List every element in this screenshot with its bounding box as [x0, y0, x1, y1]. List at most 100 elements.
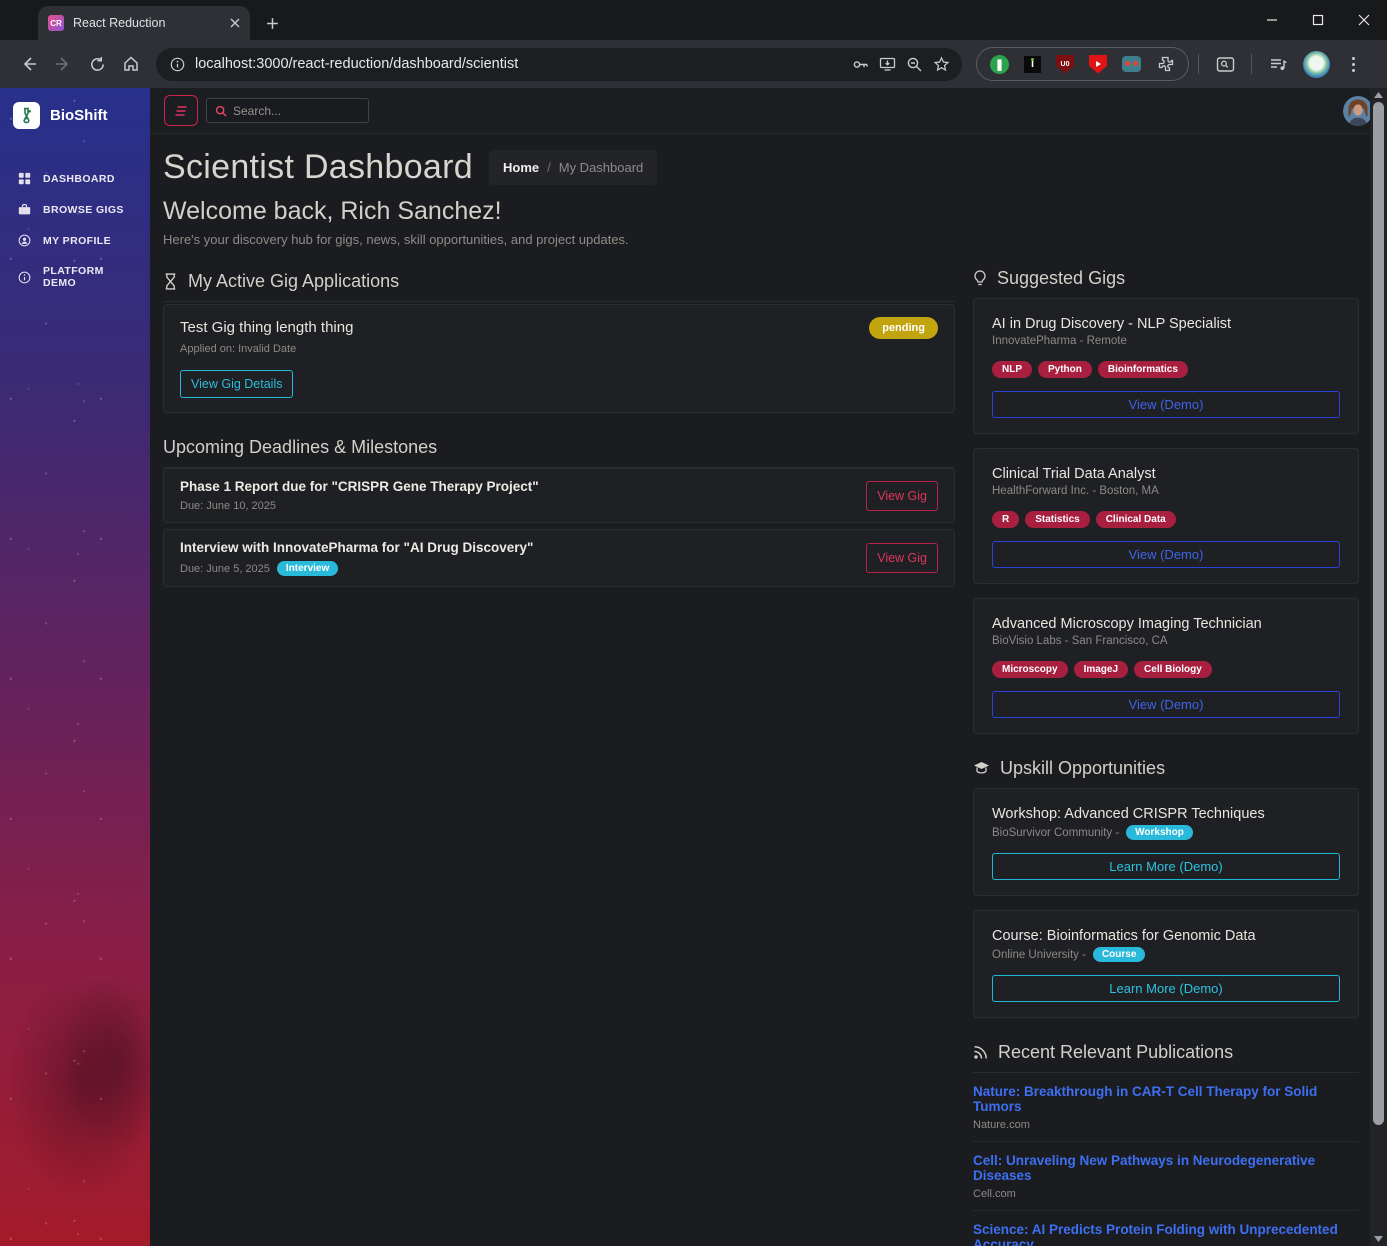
publication-link[interactable]: Cell: Unraveling New Pathways in Neurode… [973, 1153, 1359, 1183]
sidebar-item[interactable]: BROWSE GIGS [0, 194, 150, 225]
deadline-due: Due: June 5, 2025 [180, 563, 270, 575]
extension-info-icon[interactable]: i [1024, 56, 1041, 73]
publication-link[interactable]: Nature: Breakthrough in CAR-T Cell Thera… [973, 1084, 1359, 1114]
sidebar-item[interactable]: MY PROFILE [0, 225, 150, 256]
publication-source: Nature.com [973, 1119, 1359, 1131]
upskill-name: Workshop: Advanced CRISPR Techniques [992, 806, 1340, 822]
gig-card: AI in Drug Discovery - NLP Specialist In… [973, 298, 1359, 434]
section-title: Suggested Gigs [997, 268, 1125, 289]
sidebar-item-label: BROWSE GIGS [43, 204, 124, 216]
view-demo-button[interactable]: View (Demo) [992, 691, 1340, 718]
gig-org: HealthForward Inc. - Boston, MA [992, 485, 1340, 497]
upskill-card: Workshop: Advanced CRISPR Techniques Bio… [973, 788, 1359, 896]
view-demo-button[interactable]: View (Demo) [992, 391, 1340, 418]
section-publications: Recent Relevant Publications [973, 1042, 1359, 1073]
view-gig-button[interactable]: View Gig [866, 543, 938, 573]
home-icon[interactable] [114, 47, 148, 81]
sidebar-item-icon [18, 172, 32, 185]
forward-icon[interactable] [46, 47, 80, 81]
browser-profile-avatar[interactable] [1303, 51, 1330, 78]
extension-pocket-icon[interactable]: ❚ [990, 55, 1009, 74]
site-info-icon[interactable] [170, 57, 185, 72]
view-gig-details-button[interactable]: View Gig Details [180, 370, 293, 398]
window-controls [1249, 0, 1387, 40]
application-name: Test Gig thing length thing [180, 319, 938, 336]
window-close-icon[interactable] [1341, 0, 1387, 40]
browser-tab[interactable]: CR React Reduction [38, 6, 250, 40]
playlist-icon[interactable] [1261, 47, 1295, 81]
graduation-cap-icon [973, 761, 990, 776]
section-active-applications: My Active Gig Applications [163, 271, 955, 302]
new-tab-button[interactable] [266, 17, 279, 30]
menu-toggle-button[interactable] [164, 95, 198, 126]
upskill-card: Course: Bioinformatics for Genomic Data … [973, 910, 1359, 1018]
sidebar-item-icon [18, 234, 32, 247]
upskill-list: Workshop: Advanced CRISPR Techniques Bio… [973, 788, 1359, 1018]
rss-icon [973, 1045, 988, 1060]
gig-org: BioVisio Labs - San Francisco, CA [992, 635, 1340, 647]
publication-item: Nature: Breakthrough in CAR-T Cell Thera… [973, 1073, 1359, 1142]
sidebar-menu: DASHBOARD BROWSE GIGS MY PROFILE PLATFOR… [0, 163, 150, 298]
learn-more-button[interactable]: Learn More (Demo) [992, 853, 1340, 880]
gig-tag: R [992, 511, 1019, 528]
password-key-icon[interactable] [852, 56, 869, 73]
section-deadlines: Upcoming Deadlines & Milestones [163, 437, 955, 468]
window-maximize-icon[interactable] [1295, 0, 1341, 40]
sidebar-item[interactable]: DASHBOARD [0, 163, 150, 194]
publications-list: Nature: Breakthrough in CAR-T Cell Thera… [973, 1073, 1359, 1246]
upskill-org: BioSurvivor Community - [992, 827, 1119, 839]
save-to-device-icon[interactable] [879, 56, 896, 73]
deadline-due: Due: June 10, 2025 [180, 500, 276, 512]
deadline-badge: Interview [277, 561, 338, 576]
tab-favicon: CR [48, 15, 64, 31]
gig-tags: MicroscopyImageJCell Biology [992, 661, 1340, 678]
sidebar-item-label: DASHBOARD [43, 173, 115, 185]
welcome-subtitle: Here's your discovery hub for gigs, news… [163, 232, 955, 247]
learn-more-button[interactable]: Learn More (Demo) [992, 975, 1340, 1002]
deadline-name: Phase 1 Report due for "CRISPR Gene Ther… [180, 479, 539, 494]
zoom-out-icon[interactable] [906, 56, 923, 73]
upskill-org: Online University - [992, 949, 1086, 961]
deadline-row: Phase 1 Report due for "CRISPR Gene Ther… [163, 468, 955, 523]
extensions-puzzle-icon[interactable] [1156, 55, 1175, 74]
section-title: My Active Gig Applications [188, 271, 399, 292]
bioshift-flask-icon [13, 102, 40, 129]
view-gig-button[interactable]: View Gig [866, 481, 938, 511]
page-scrollbar[interactable] [1370, 88, 1387, 1246]
extensions-pill: ❚ i U0 [976, 47, 1189, 81]
section-upskill: Upskill Opportunities [973, 758, 1359, 788]
scrollbar-thumb[interactable] [1373, 102, 1384, 1125]
search-icon [215, 105, 227, 117]
publication-item: Cell: Unraveling New Pathways in Neurode… [973, 1142, 1359, 1211]
gig-tags: NLPPythonBioinformatics [992, 361, 1340, 378]
scrollbar-down-icon[interactable] [1370, 1232, 1387, 1246]
lightbulb-icon [973, 270, 987, 287]
extension-robot-icon[interactable] [1122, 56, 1141, 72]
gig-tag: Bioinformatics [1098, 361, 1188, 378]
publication-link[interactable]: Science: AI Predicts Protein Folding wit… [973, 1222, 1359, 1246]
extension-play-icon[interactable] [1089, 55, 1107, 74]
url-text: localhost:3000/react-reduction/dashboard… [195, 56, 842, 72]
window-minimize-icon[interactable] [1249, 0, 1295, 40]
search-input[interactable] [233, 104, 360, 118]
tab-close-icon[interactable] [230, 18, 240, 28]
side-panel-search-icon[interactable] [1208, 47, 1242, 81]
extension-ublock-icon[interactable]: U0 [1056, 55, 1074, 74]
view-demo-button[interactable]: View (Demo) [992, 541, 1340, 568]
search-box[interactable] [206, 98, 369, 123]
toolbar-divider [1251, 54, 1252, 74]
browser-menu-icon[interactable] [1344, 57, 1362, 72]
toolbar-divider [1198, 54, 1199, 74]
browser-toolbar: localhost:3000/react-reduction/dashboard… [0, 40, 1387, 88]
brand[interactable]: BioShift [0, 88, 150, 139]
welcome-heading: Welcome back, Rich Sanchez! [163, 197, 955, 226]
bookmark-star-icon[interactable] [933, 56, 950, 73]
sidebar-item[interactable]: PLATFORM DEMO [0, 256, 150, 298]
reload-icon[interactable] [80, 47, 114, 81]
breadcrumb-home-link[interactable]: Home [503, 160, 539, 175]
user-avatar[interactable] [1343, 96, 1373, 126]
back-icon[interactable] [12, 47, 46, 81]
url-bar[interactable]: localhost:3000/react-reduction/dashboard… [156, 48, 962, 81]
upskill-badge: Course [1093, 947, 1145, 962]
scrollbar-up-icon[interactable] [1370, 88, 1387, 102]
